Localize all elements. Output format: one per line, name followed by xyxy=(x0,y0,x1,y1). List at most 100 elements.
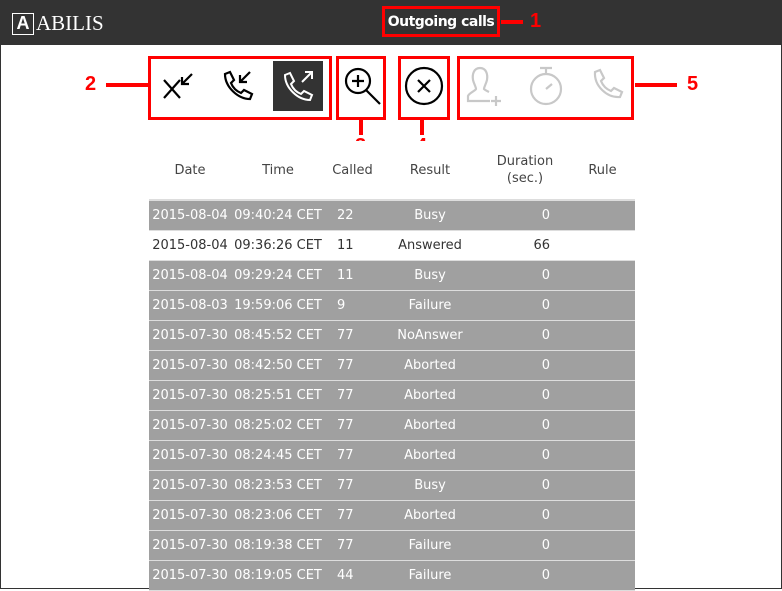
cell-time: 08:42:50 CET xyxy=(231,350,325,381)
cell-date: 2015-07-30 xyxy=(149,320,231,351)
table-row[interactable]: 2015-07-30 08:25:02 CET 77 Aborted 0 xyxy=(149,410,635,441)
cell-time: 08:24:45 CET xyxy=(231,440,325,471)
cell-date: 2015-07-30 xyxy=(149,470,231,501)
cell-called: 77 xyxy=(325,380,380,411)
table-row[interactable]: 2015-08-03 19:59:06 CET 9 Failure 0 xyxy=(149,290,635,321)
cell-result: Aborted xyxy=(380,440,480,471)
missed-calls-button[interactable] xyxy=(153,61,203,111)
cell-time: 09:29:24 CET xyxy=(231,260,325,291)
table-row[interactable]: 2015-07-30 08:23:53 CET 77 Busy 0 xyxy=(149,470,635,501)
table-row[interactable]: 2015-07-30 08:19:38 CET 77 Failure 0 xyxy=(149,530,635,561)
close-circle-icon xyxy=(404,66,444,106)
cell-called: 77 xyxy=(325,500,380,531)
cell-called: 11 xyxy=(325,260,380,291)
table-row[interactable]: 2015-07-30 08:45:52 CET 77 NoAnswer 0 xyxy=(149,320,635,351)
cell-duration: 0 xyxy=(480,440,570,471)
cell-duration: 66 xyxy=(480,230,570,261)
stopwatch-icon xyxy=(529,66,563,106)
cell-time: 08:23:53 CET xyxy=(231,470,325,501)
add-contact-button[interactable] xyxy=(461,61,511,111)
cell-rule xyxy=(570,290,635,321)
top-bar: A ABILIS Outgoing calls xyxy=(1,1,782,45)
callout-1: 1 xyxy=(530,10,542,32)
cell-date: 2015-07-30 xyxy=(149,350,231,381)
cell-time: 19:59:06 CET xyxy=(231,290,325,321)
table-row[interactable]: 2015-08-04 09:40:24 CET 22 Busy 0 xyxy=(149,200,635,231)
cell-result: Failure xyxy=(380,530,480,561)
cell-result: Answered xyxy=(380,230,480,261)
page-title: Outgoing calls xyxy=(382,6,500,37)
col-result[interactable]: Result xyxy=(380,141,480,201)
cell-rule xyxy=(570,320,635,351)
outgoing-calls-icon xyxy=(283,71,314,102)
cell-rule xyxy=(570,410,635,441)
cell-duration: 0 xyxy=(480,410,570,441)
cell-duration: 0 xyxy=(480,260,570,291)
cell-rule xyxy=(570,260,635,291)
cell-time: 08:45:52 CET xyxy=(231,320,325,351)
cell-called: 44 xyxy=(325,560,380,591)
cell-rule xyxy=(570,230,635,261)
cell-rule xyxy=(570,380,635,411)
col-called[interactable]: Called xyxy=(325,141,380,201)
cell-duration: 0 xyxy=(480,470,570,501)
cell-time: 09:36:26 CET xyxy=(231,230,325,261)
cell-duration: 0 xyxy=(480,350,570,381)
abilis-logo: A ABILIS xyxy=(12,11,104,36)
cell-called: 9 xyxy=(325,290,380,321)
cell-date: 2015-08-04 xyxy=(149,200,231,231)
cell-time: 08:19:38 CET xyxy=(231,530,325,561)
cell-result: Failure xyxy=(380,560,480,591)
cell-rule xyxy=(570,200,635,231)
cell-time: 08:25:51 CET xyxy=(231,380,325,411)
cell-duration: 0 xyxy=(480,320,570,351)
cell-time: 09:40:24 CET xyxy=(231,200,325,231)
cell-date: 2015-08-04 xyxy=(149,230,231,261)
cell-result: Aborted xyxy=(380,380,480,411)
table-row[interactable]: 2015-08-04 09:36:26 CET 11 Answered 66 xyxy=(149,230,635,261)
outgoing-calls-button[interactable] xyxy=(273,61,323,111)
cell-date: 2015-07-30 xyxy=(149,530,231,561)
cell-result: Aborted xyxy=(380,500,480,531)
cell-rule xyxy=(570,350,635,381)
col-date[interactable]: Date xyxy=(149,141,231,201)
cell-rule xyxy=(570,440,635,471)
table-row[interactable]: 2015-07-30 08:23:06 CET 77 Aborted 0 xyxy=(149,500,635,531)
cell-date: 2015-07-30 xyxy=(149,380,231,411)
table-row[interactable]: 2015-07-30 08:24:45 CET 77 Aborted 0 xyxy=(149,440,635,471)
col-time[interactable]: Time xyxy=(231,141,325,201)
cell-called: 11 xyxy=(325,230,380,261)
incoming-calls-button[interactable] xyxy=(211,61,261,111)
table-row[interactable]: 2015-07-30 08:25:51 CET 77 Aborted 0 xyxy=(149,380,635,411)
col-rule[interactable]: Rule xyxy=(570,141,635,201)
cell-rule xyxy=(570,470,635,501)
cell-result: Failure xyxy=(380,290,480,321)
duration-button[interactable] xyxy=(521,61,571,111)
callout-2: 2 xyxy=(85,73,97,95)
cell-date: 2015-08-04 xyxy=(149,260,231,291)
cell-result: Busy xyxy=(380,200,480,231)
add-contact-icon xyxy=(466,66,501,106)
cell-result: NoAnswer xyxy=(380,320,480,351)
table-row[interactable]: 2015-08-04 09:29:24 CET 11 Busy 0 xyxy=(149,260,635,291)
calls-table: Date Time Called Result Duration (sec.) R… xyxy=(149,141,635,591)
cell-called: 77 xyxy=(325,410,380,441)
cell-duration: 0 xyxy=(480,380,570,411)
callout-5: 5 xyxy=(687,73,699,95)
col-duration[interactable]: Duration (sec.) xyxy=(480,141,570,201)
call-button[interactable] xyxy=(581,61,631,111)
cell-duration: 0 xyxy=(480,200,570,231)
clear-filter-button[interactable] xyxy=(399,61,449,111)
cell-date: 2015-07-30 xyxy=(149,440,231,471)
cell-duration: 0 xyxy=(480,290,570,321)
phone-icon xyxy=(593,68,624,99)
table-row[interactable]: 2015-07-30 08:19:05 CET 44 Failure 0 xyxy=(149,560,635,591)
cell-duration: 0 xyxy=(480,500,570,531)
cell-time: 08:25:02 CET xyxy=(231,410,325,441)
zoom-button[interactable] xyxy=(337,61,387,111)
cell-rule xyxy=(570,530,635,561)
table-row[interactable]: 2015-07-30 08:42:50 CET 77 Aborted 0 xyxy=(149,350,635,381)
cell-date: 2015-07-30 xyxy=(149,410,231,441)
cell-called: 77 xyxy=(325,530,380,561)
incoming-calls-icon xyxy=(223,70,254,101)
